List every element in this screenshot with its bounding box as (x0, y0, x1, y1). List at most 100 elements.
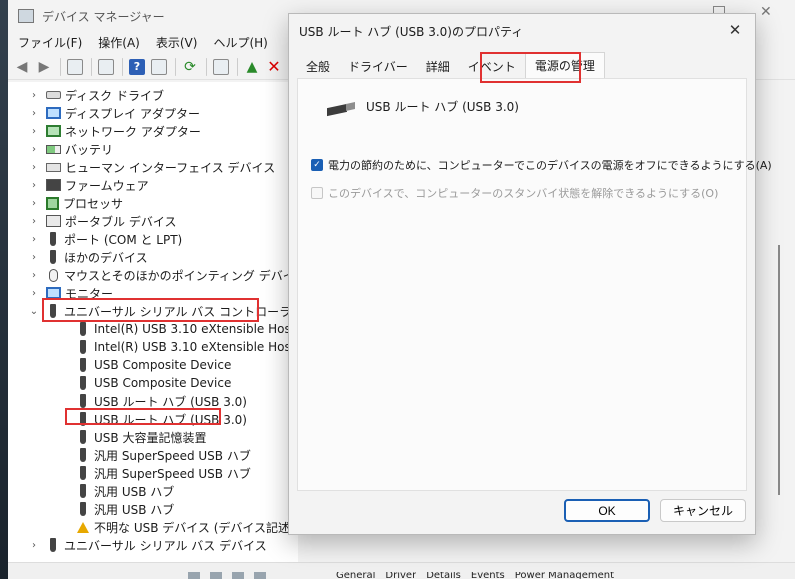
allow-wake-checkbox: このデバイスで、コンピューターのスタンバイ状態を解除できるようにする(O) (311, 185, 718, 201)
hid-icon (46, 162, 61, 172)
chevron-right-icon[interactable]: › (28, 180, 40, 191)
toolbar-separator (237, 57, 238, 76)
usb-device-icon (80, 502, 86, 516)
scan-hardware-icon[interactable] (213, 58, 229, 75)
bg-tab-events: Events (470, 572, 505, 579)
tree-item[interactable]: › ほかのデバイス (28, 248, 148, 266)
chevron-right-icon[interactable]: › (28, 540, 40, 551)
chevron-right-icon[interactable]: › (28, 198, 40, 209)
toolbar-separator (91, 57, 92, 76)
battery-icon (46, 144, 61, 154)
tree-child-label: 汎用 USB ハブ (94, 484, 175, 499)
usb-plug-icon (327, 102, 357, 117)
properties-view-icon[interactable] (67, 58, 83, 75)
highlight-power-management-tab (480, 52, 581, 83)
tab-general[interactable]: 全般 (297, 54, 339, 78)
tree-item-label: プロセッサ (63, 196, 124, 211)
chevron-right-icon[interactable]: › (28, 234, 40, 245)
tab-details[interactable]: 詳細 (417, 54, 459, 78)
chevron-right-icon[interactable]: › (28, 288, 40, 299)
tree-child-item[interactable]: USB 大容量記憶装置 (70, 428, 206, 446)
scrollbar-thumb[interactable] (778, 245, 780, 495)
usb-device-icon (80, 358, 86, 372)
tree-item[interactable]: › ポータブル デバイス (28, 212, 176, 230)
tree-child-label: USB Composite Device (94, 358, 232, 372)
close-icon[interactable]: ✕ (760, 5, 772, 19)
chevron-right-icon[interactable]: › (28, 162, 40, 173)
tree-item-label: ディスク ドライブ (65, 88, 164, 103)
tree-item[interactable]: › バッテリ (28, 140, 113, 158)
document-icon[interactable] (98, 58, 114, 75)
tree-item[interactable]: › ネットワーク アダプター (28, 122, 201, 140)
checkbox-checked-icon[interactable]: ✓ (311, 159, 323, 171)
toolbar-separator (122, 57, 123, 76)
other-device-icon (50, 250, 56, 264)
tree-item[interactable]: › ディスプレイ アダプター (28, 104, 200, 122)
tab-driver[interactable]: ドライバー (339, 54, 417, 78)
uninstall-device-icon[interactable]: ✕ (266, 57, 282, 76)
tree-child-item[interactable]: 汎用 SuperSpeed USB ハブ (70, 464, 251, 482)
ok-button[interactable]: OK (564, 499, 650, 522)
tree-item[interactable]: › ディスク ドライブ (28, 86, 164, 104)
chevron-right-icon[interactable]: › (28, 216, 40, 227)
tree-child-label: USB Composite Device (94, 376, 232, 390)
tree-item-label: ネットワーク アダプター (65, 124, 201, 139)
tree-child-label: USB ルート ハブ (USB 3.0) (94, 394, 247, 409)
tree-item[interactable]: › マウスとそのほかのポインティング デバイス (28, 266, 306, 284)
usb-device-icon (50, 538, 56, 552)
tree-item-label: ポート (COM と LPT) (64, 232, 183, 247)
power-management-panel: USB ルート ハブ (USB 3.0) ✓ 電力の節約のために、コンピューター… (297, 78, 772, 491)
firmware-icon (46, 179, 61, 191)
allow-power-off-label: 電力の節約のために、コンピューターでこのデバイスの電源をオフにできるようにする(… (328, 159, 772, 172)
usb-device-icon (80, 466, 86, 480)
chevron-right-icon[interactable]: › (28, 270, 40, 281)
tree-child-item[interactable]: USB Composite Device (70, 374, 231, 392)
tree-item[interactable]: › ヒューマン インターフェイス デバイス (28, 158, 275, 176)
chevron-down-icon[interactable]: ⌄ (28, 306, 40, 317)
menu-help[interactable]: ヘルプ(H) (213, 34, 267, 51)
chevron-right-icon[interactable]: › (28, 126, 40, 137)
background-scrollbar[interactable] (774, 245, 786, 495)
tree-child-item[interactable]: USB Composite Device (70, 356, 231, 374)
close-icon[interactable]: ✕ (727, 22, 743, 38)
background-toolbar-icons (188, 572, 276, 579)
help-icon[interactable]: ? (129, 58, 145, 75)
tree-icon (232, 572, 244, 579)
tree-item[interactable]: › プロセッサ (28, 194, 123, 212)
back-arrow-icon[interactable]: ◀ (14, 59, 30, 75)
chevron-right-icon[interactable]: › (28, 108, 40, 119)
tree-child-item[interactable]: 汎用 USB ハブ (70, 500, 174, 518)
checkbox-unchecked-icon (311, 187, 323, 199)
tree-child-item[interactable]: 汎用 USB ハブ (70, 482, 174, 500)
highlight-usb-root-hub (65, 408, 221, 425)
allow-wake-label: このデバイスで、コンピューターのスタンバイ状態を解除できるようにする(O) (328, 187, 719, 200)
device-manager-app-icon (18, 9, 34, 23)
usb-device-icon (80, 448, 86, 462)
list-view-icon[interactable] (151, 58, 167, 75)
toolbar-separator (206, 57, 207, 76)
chevron-right-icon[interactable]: › (28, 90, 40, 101)
chevron-right-icon[interactable]: › (28, 144, 40, 155)
processor-icon (46, 196, 59, 210)
tree-item[interactable]: › ポート (COM と LPT) (28, 230, 182, 248)
update-driver-icon[interactable]: ⟳ (182, 59, 198, 75)
chevron-right-icon[interactable]: › (28, 252, 40, 263)
menu-action[interactable]: 操作(A) (98, 34, 140, 51)
forward-arrow-icon[interactable]: ▶ (36, 59, 52, 75)
tree-child-label: 汎用 SuperSpeed USB ハブ (94, 466, 251, 481)
menu-bar: ファイル(F) 操作(A) 表示(V) ヘルプ(H) (8, 32, 274, 52)
dialog-titlebar: USB ルート ハブ (USB 3.0)のプロパティ ✕ (289, 14, 755, 48)
tree-item-label: ヒューマン インターフェイス デバイス (65, 160, 276, 175)
bg-tab-general: General (336, 572, 376, 579)
cancel-button[interactable]: キャンセル (660, 499, 746, 522)
usb-device-icon (80, 340, 86, 354)
tree-child-item[interactable]: 汎用 SuperSpeed USB ハブ (70, 446, 251, 464)
menu-view[interactable]: 表示(V) (156, 34, 198, 51)
allow-power-off-checkbox[interactable]: ✓ 電力の節約のために、コンピューターでこのデバイスの電源をオフにできるようにす… (311, 157, 772, 173)
tree-item[interactable]: › ユニバーサル シリアル バス デバイス (28, 536, 267, 554)
toolbar-separator (60, 57, 61, 76)
menu-file[interactable]: ファイル(F) (18, 34, 82, 51)
toolbar-separator (175, 57, 176, 76)
tree-item[interactable]: › ファームウェア (28, 176, 149, 194)
add-driver-icon[interactable]: ▲ (244, 59, 260, 75)
